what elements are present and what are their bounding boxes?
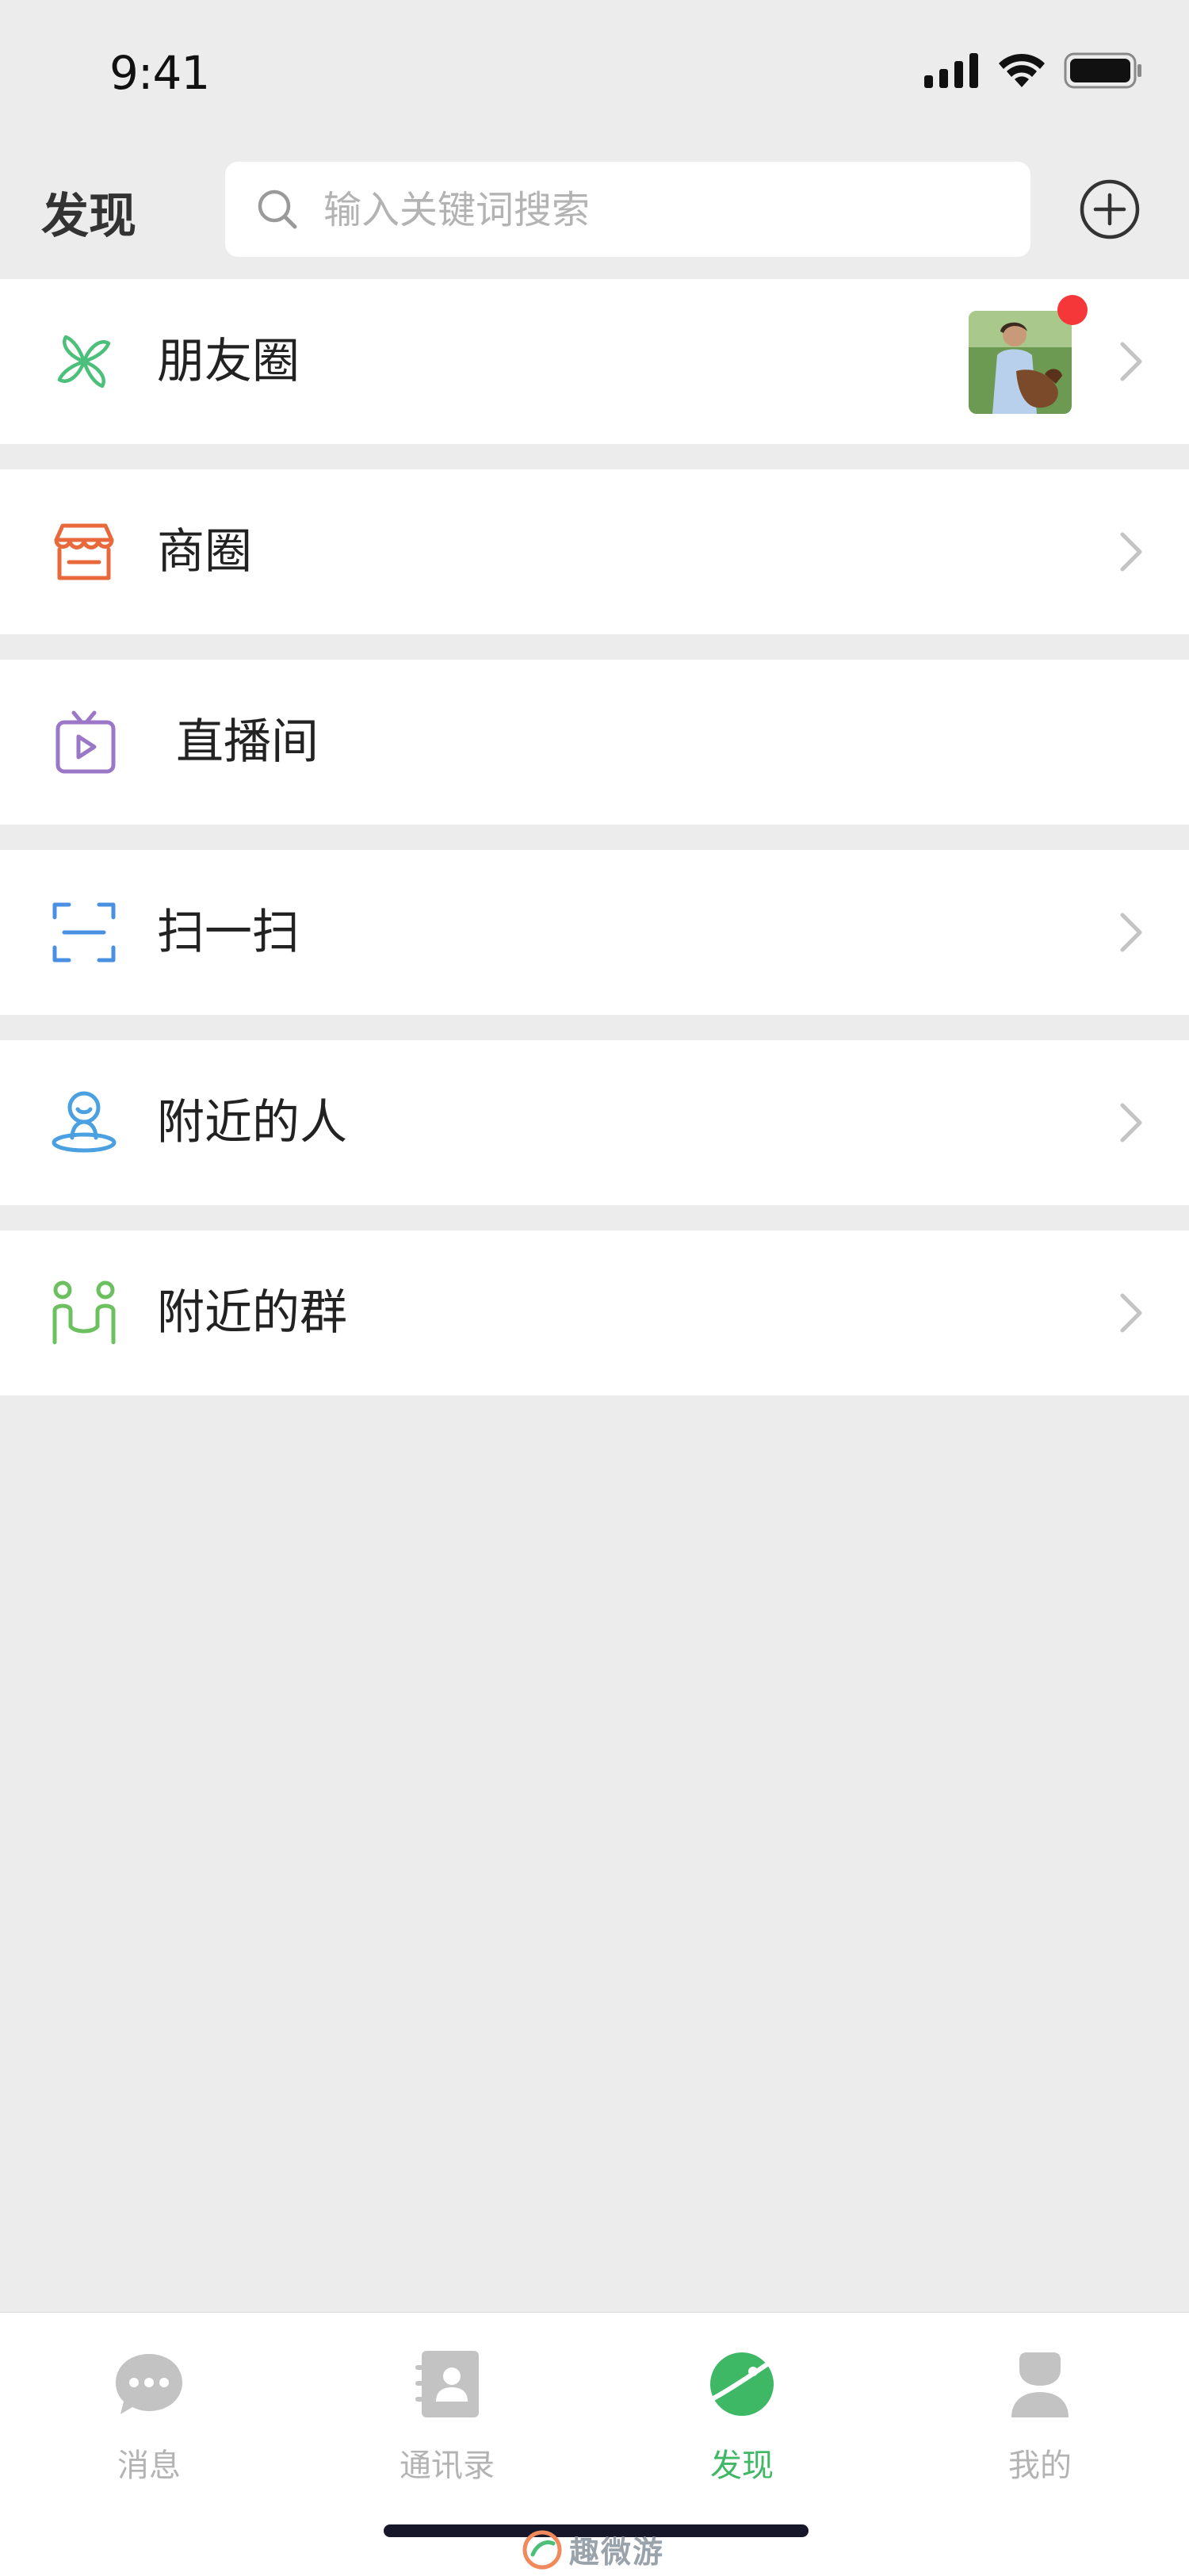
menu-label: 附近的人 <box>157 1095 347 1150</box>
chevron-right-icon <box>1120 1293 1142 1333</box>
tab-messages[interactable]: 消息 <box>62 2344 236 2495</box>
page-title: 发现 <box>41 189 136 244</box>
nearby-person-icon <box>41 1080 127 1166</box>
menu-label: 附近的群 <box>157 1285 347 1341</box>
contacts-book-icon <box>415 2351 479 2417</box>
tab-label: 通讯录 <box>400 2448 495 2484</box>
planet-icon <box>708 2352 778 2416</box>
tab-label: 我的 <box>1008 2448 1072 2484</box>
watermark-text: 趣微游 <box>569 2535 665 2570</box>
menu-label: 朋友圈 <box>157 334 300 389</box>
menu-label: 商圈 <box>157 524 252 580</box>
moments-thumbnail <box>969 311 1072 414</box>
chevron-right-icon <box>1120 913 1142 952</box>
moments-pinwheel-icon <box>41 319 127 404</box>
notification-badge <box>1057 295 1088 325</box>
menu-row-live-room[interactable]: 直播间 <box>0 660 1189 825</box>
status-bar: 9:41 <box>0 0 1189 143</box>
menu-label: 直播间 <box>176 714 319 770</box>
menu-row-nearby-people[interactable]: 附近的人 <box>0 1040 1189 1205</box>
status-icons <box>924 52 1143 89</box>
tab-label: 消息 <box>117 2448 181 2484</box>
tab-contacts[interactable]: 通讯录 <box>360 2344 534 2495</box>
chevron-right-icon <box>1120 342 1142 381</box>
tab-label: 发现 <box>710 2448 774 2484</box>
person-icon <box>1011 2352 1069 2417</box>
scan-icon <box>41 890 127 975</box>
menu-row-nearby-groups[interactable]: 附近的群 <box>0 1231 1189 1395</box>
watermark: 趣微游 <box>522 2528 664 2571</box>
wifi-icon <box>999 53 1045 87</box>
header: 发现 <box>0 143 1189 279</box>
store-icon <box>41 509 127 595</box>
menu-label: 扫一扫 <box>157 905 300 960</box>
menu-row-business-circle[interactable]: 商圈 <box>0 469 1189 634</box>
signal-icon <box>924 53 978 88</box>
watermark-logo-icon <box>522 2530 562 2569</box>
status-time: 9:41 <box>109 46 210 100</box>
menu-row-moments[interactable]: 朋友圈 <box>0 279 1189 444</box>
menu-row-scan[interactable]: 扫一扫 <box>0 850 1189 1015</box>
tab-me[interactable]: 我的 <box>953 2344 1127 2495</box>
search-box[interactable] <box>225 162 1030 258</box>
chat-bubble-icon <box>116 2354 182 2414</box>
chevron-right-icon <box>1120 532 1142 572</box>
search-icon <box>258 189 297 229</box>
add-button[interactable] <box>1078 178 1141 241</box>
tab-discover[interactable]: 发现 <box>655 2344 829 2495</box>
search-input[interactable] <box>322 162 1007 258</box>
nearby-group-icon <box>41 1270 127 1356</box>
chevron-right-icon <box>1120 1103 1142 1143</box>
tv-live-icon <box>41 699 127 785</box>
battery-icon <box>1064 52 1141 89</box>
